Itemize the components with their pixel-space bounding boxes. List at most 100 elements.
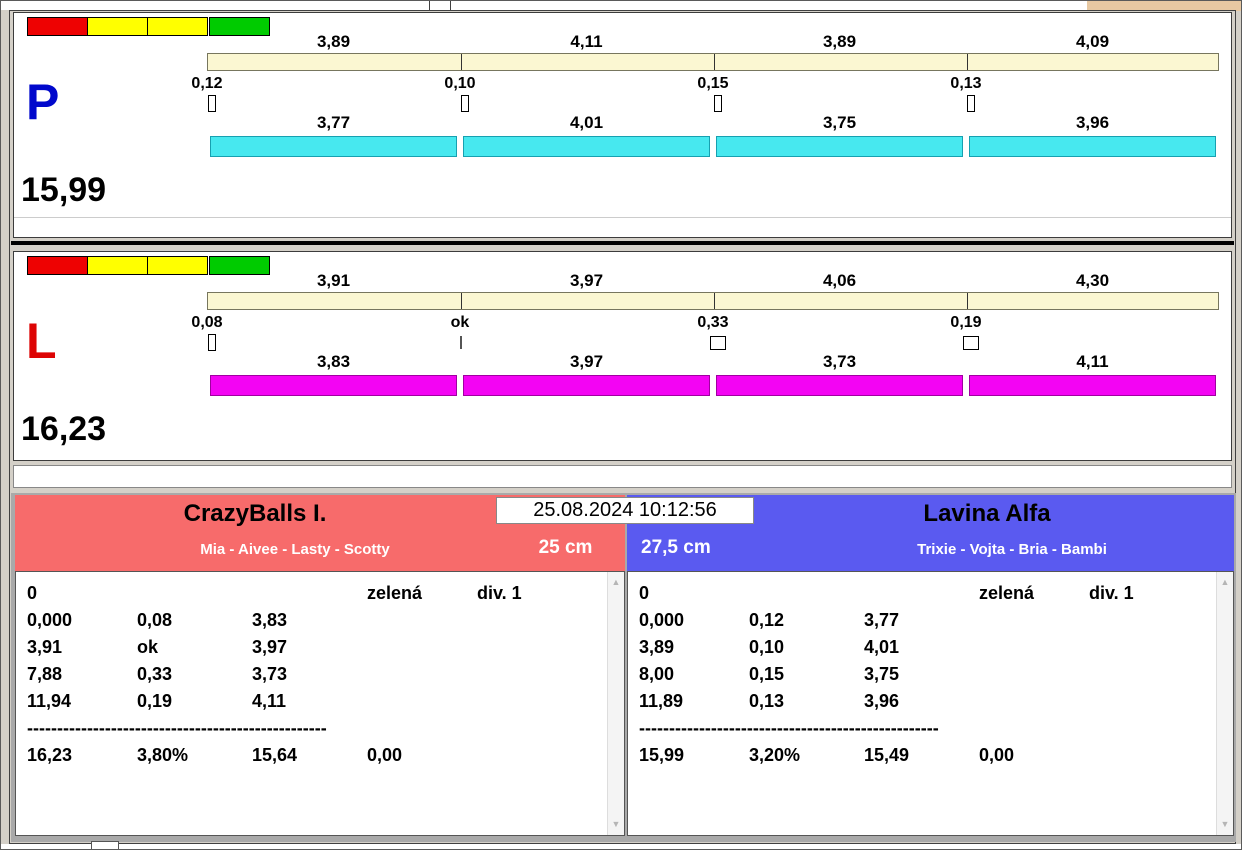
results-cell — [137, 580, 252, 607]
bottom-tab[interactable] — [91, 841, 119, 849]
results-table-right: 0 zelená div. 1 0,000 0,12 3,77 3,89 0,1… — [628, 572, 1233, 769]
scroll-up-icon[interactable]: ▲ — [1217, 574, 1233, 591]
segment-time: 3,96 — [1075, 113, 1110, 132]
segment-time: 3,97 — [569, 352, 604, 371]
results-cell: div. 1 — [1089, 583, 1134, 603]
checkpoint-marker-line — [460, 336, 462, 349]
split-track-l — [207, 292, 1219, 310]
segment-bar — [210, 375, 457, 396]
team-name-right: Lavina Alfa — [923, 500, 1051, 527]
track-tick — [461, 54, 462, 70]
segment-times-row-p: 3,77 4,01 3,75 3,96 — [207, 114, 1219, 132]
results-cell — [477, 661, 624, 688]
segment-bar — [716, 136, 963, 157]
split-time: 4,30 — [1075, 271, 1110, 290]
segment-times-row-l: 3,83 3,97 3,73 4,11 — [207, 353, 1219, 371]
results-cell: 0,13 — [749, 691, 785, 711]
table-row: 8,00 0,15 3,75 — [628, 661, 1233, 688]
results-cell — [979, 634, 1089, 661]
results-cell — [367, 688, 477, 715]
results-cell: 0,00 — [367, 745, 403, 765]
checkpoint-marker[interactable] — [208, 95, 216, 112]
results-cell: 0 — [639, 583, 650, 603]
lane-panel-l: L 3,91 3,97 4,06 4,30 0,08 ok 0,33 0,19 … — [13, 251, 1232, 461]
segment-time: 3,75 — [822, 113, 857, 132]
segment-time: 3,77 — [316, 113, 351, 132]
checkpoint-checkbox[interactable] — [963, 336, 979, 350]
results-cell — [979, 688, 1089, 715]
table-row: 0 zelená div. 1 — [628, 580, 1233, 607]
results-cell: 0,08 — [137, 610, 173, 630]
checkpoint-marker[interactable] — [714, 95, 722, 112]
results-cell: 0,12 — [749, 610, 785, 630]
results-cell: 11,89 — [639, 691, 684, 711]
traffic-light-yellow2-icon — [147, 256, 208, 275]
results-cell — [1089, 742, 1233, 769]
track-tick — [714, 54, 715, 70]
split-time: 4,11 — [570, 32, 603, 51]
table-row: 0,000 0,08 3,83 — [16, 607, 624, 634]
results-cell — [477, 607, 624, 634]
results-cell: 0 — [27, 583, 38, 603]
results-cell — [252, 580, 367, 607]
results-cell: 16,23 — [27, 745, 73, 765]
segment-time: 4,11 — [1076, 352, 1109, 371]
results-cell: 0,000 — [27, 610, 73, 630]
results-cell: 15,99 — [639, 745, 685, 765]
split-track-p — [207, 53, 1219, 71]
results-cell: zelená — [367, 583, 423, 603]
team-members-left: Mia - Aivee - Lasty - Scotty — [200, 541, 390, 558]
traffic-light-red-icon — [27, 256, 88, 275]
table-row-total: 16,23 3,80% 15,64 0,00 — [16, 742, 624, 769]
split-times-row-l: 3,91 3,97 4,06 4,30 — [207, 272, 1219, 290]
checkpoint-marker[interactable] — [967, 95, 975, 112]
checkpoint-value: 0,15 — [697, 75, 729, 92]
lane-letter-p: P — [26, 74, 60, 130]
segment-time: 4,01 — [569, 113, 604, 132]
results-cell: 0,19 — [137, 691, 173, 711]
checkpoint-checkbox[interactable] — [710, 336, 726, 350]
scroll-down-icon[interactable]: ▼ — [608, 816, 624, 833]
checkpoint-marker[interactable] — [208, 334, 216, 351]
results-cell — [1089, 661, 1233, 688]
results-cell: ok — [137, 637, 159, 657]
scroll-up-icon[interactable]: ▲ — [608, 574, 624, 591]
checkpoint-value: 0,08 — [191, 314, 223, 331]
scroll-down-icon[interactable]: ▼ — [1217, 816, 1233, 833]
segment-time: 3,73 — [822, 352, 857, 371]
results-cell: 3,83 — [252, 610, 288, 630]
results-cell — [864, 580, 979, 607]
results-cell: 8,00 — [639, 664, 675, 684]
results-separator: ----------------------------------------… — [27, 718, 327, 738]
split-time: 3,97 — [569, 271, 604, 290]
results-cell — [477, 742, 624, 769]
results-cell: 0,10 — [749, 637, 785, 657]
table-row-total: 15,99 3,20% 15,49 0,00 — [628, 742, 1233, 769]
results-cell: 4,11 — [252, 691, 287, 711]
traffic-light-yellow2-icon — [147, 17, 208, 36]
track-tick — [967, 54, 968, 70]
scrollbar[interactable]: ▲ ▼ — [607, 572, 624, 835]
results-cell: 15,49 — [864, 745, 910, 765]
results-section: CrazyBalls I. Mia - Aivee - Lasty - Scot… — [11, 493, 1236, 842]
checkpoint-marker[interactable] — [461, 95, 469, 112]
table-row: 0,000 0,12 3,77 — [628, 607, 1233, 634]
results-cell — [749, 580, 864, 607]
scrollbar[interactable]: ▲ ▼ — [1216, 572, 1233, 835]
results-table-left: 0 zelená div. 1 0,000 0,08 3,83 3,91 ok — [16, 572, 624, 769]
bottom-strip — [1, 844, 1241, 849]
results-cell: 7,88 — [27, 664, 63, 684]
results-cell: 3,89 — [639, 637, 675, 657]
track-tick — [714, 293, 715, 309]
results-separator: ----------------------------------------… — [639, 718, 939, 738]
traffic-light-yellow1-icon — [87, 256, 148, 275]
results-cell: 0,00 — [979, 745, 1015, 765]
segment-bar — [463, 136, 710, 157]
track-tick — [461, 293, 462, 309]
split-time: 4,09 — [1075, 32, 1110, 51]
results-cell — [367, 607, 477, 634]
results-cell: 3,91 — [27, 637, 63, 657]
results-cell: 3,80% — [137, 745, 189, 765]
results-cell — [1089, 607, 1233, 634]
lane-panel-p: P 3,89 4,11 3,89 4,09 0,12 0,10 0,15 0,1… — [13, 12, 1232, 238]
